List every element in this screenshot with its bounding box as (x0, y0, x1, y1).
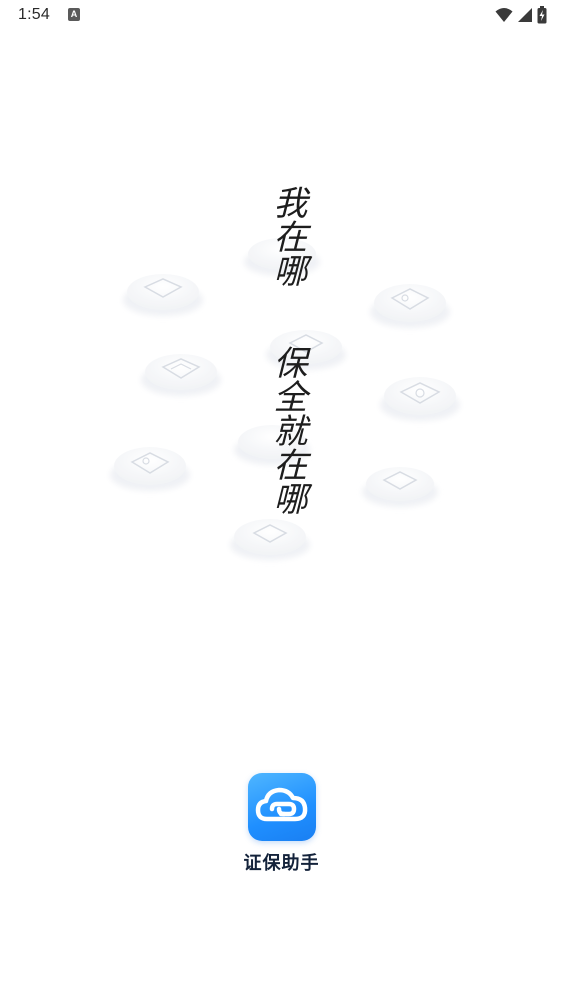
app-name: 证保助手 (243, 853, 320, 874)
cloud-link-icon (255, 787, 307, 822)
app-branding: 证保助手 (0, 773, 563, 875)
deco-camera-icon (380, 377, 460, 421)
deco-gallery-icon (141, 354, 221, 396)
app-logo (247, 773, 316, 841)
deco-photo-icon (123, 274, 203, 316)
deco-photo-icon-2 (110, 447, 190, 491)
slogan-line-1: 我在哪 (267, 184, 307, 287)
deco-image-icon (370, 284, 450, 328)
deco-video-icon (362, 467, 438, 507)
slogan-line-2: 保全就在哪 (267, 345, 307, 515)
